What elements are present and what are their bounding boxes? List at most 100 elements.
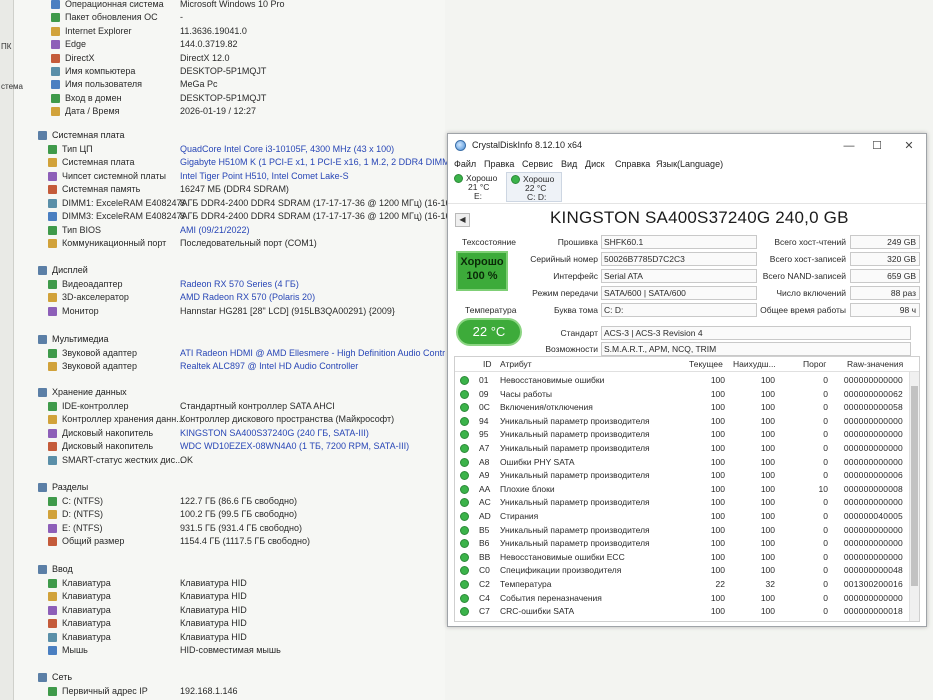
property-icon: [48, 686, 57, 696]
menu-edit[interactable]: Правка: [484, 159, 514, 169]
menu-view[interactable]: Вид: [561, 159, 577, 169]
crystaldiskinfo-window[interactable]: CrystalDiskInfo 8.12.10 x64 — ☐ ✕ Файл П…: [447, 133, 927, 627]
col-current[interactable]: Текущее: [689, 359, 723, 369]
tree-category[interactable]: Мультимедиа: [0, 333, 440, 346]
property-value[interactable]: Realtek ALC897 @ Intel HD Audio Controll…: [180, 360, 358, 373]
tree-row[interactable]: Операционная система Microsoft Windows 10…: [0, 0, 440, 11]
tree-row[interactable]: Звуковой адаптер ATI Radeon HDMI @ AMD El…: [0, 347, 445, 360]
table-row[interactable]: A7 Уникальный параметр производителя 100 10…: [455, 442, 919, 456]
tree-row[interactable]: C: (NTFS) 122.7 ГБ (86.6 ГБ свободно): [0, 495, 440, 508]
close-button[interactable]: ✕: [894, 137, 924, 155]
vertical-scrollbar[interactable]: [909, 372, 919, 621]
property-value[interactable]: Gigabyte H510M K (1 PCI-E x1, 1 PCI-E x1…: [180, 156, 452, 169]
table-row[interactable]: C7 CRC-ошибки SATA 100 100 0 000000000018: [455, 605, 919, 619]
table-row[interactable]: A9 Уникальный параметр производителя 100 10…: [455, 469, 919, 483]
col-attribute[interactable]: Атрибут: [500, 359, 532, 369]
menu-service[interactable]: Сервис: [522, 159, 553, 169]
tree-row[interactable]: Тип BIOS AMI (09/21/2022): [0, 224, 440, 237]
tree-row[interactable]: Чипсет системной платы Intel Tiger Point …: [0, 170, 440, 183]
table-row[interactable]: 95 Уникальный параметр производителя 100 10…: [455, 428, 919, 442]
property-value[interactable]: Radeon RX 570 Series (4 ГБ): [180, 278, 299, 291]
property-value[interactable]: QuadCore Intel Core i3-10105F, 4300 MHz …: [180, 143, 394, 156]
minimize-button[interactable]: —: [834, 137, 864, 155]
tree-row[interactable]: Общий размер 1154.4 ГБ (1117.5 ГБ свободн…: [0, 535, 440, 548]
menu-disk[interactable]: Диск: [585, 159, 605, 169]
table-row[interactable]: BB Невосстановимые ошибки ECC 100 100 0 00000…: [455, 551, 919, 565]
tree-row[interactable]: Имя пользователя MeGa Pc: [0, 78, 440, 91]
tree-row[interactable]: Клавиатура Клавиатура HID: [0, 617, 440, 630]
tree-category[interactable]: Хранение данных: [0, 386, 440, 399]
table-row[interactable]: 0C Включения/отключения 100 100 0 00000000005…: [455, 401, 919, 415]
property-value[interactable]: AMD Radeon RX 570 (Polaris 20): [180, 291, 315, 304]
property-value[interactable]: Intel Tiger Point H510, Intel Comet Lake…: [180, 170, 349, 183]
table-row[interactable]: B5 Уникальный параметр производителя 100 10…: [455, 524, 919, 538]
table-row[interactable]: C2 Температура 22 32 0 001300200016: [455, 578, 919, 592]
tree-row[interactable]: Дата / Время 2026-01-19 / 12:27: [0, 105, 440, 118]
tree-row[interactable]: Звуковой адаптер Realtek ALC897 @ Intel H…: [0, 360, 440, 373]
tree-row[interactable]: Монитор Hannstar HG281 [28" LCD] (915LB3Q…: [0, 305, 440, 318]
table-row[interactable]: AA Плохие блоки 100 100 10 000000000008: [455, 483, 919, 497]
tree-row[interactable]: Клавиатура Клавиатура HID: [0, 590, 440, 603]
property-value[interactable]: ATI Radeon HDMI @ AMD Ellesmere - High D…: [180, 347, 445, 360]
title-bar[interactable]: CrystalDiskInfo 8.12.10 x64 — ☐ ✕: [448, 134, 926, 158]
table-row[interactable]: AC Уникальный параметр производителя 100 10…: [455, 496, 919, 510]
tree-row[interactable]: 3D-акселератор AMD Radeon RX 570 (Polaris…: [0, 291, 440, 304]
tree-row[interactable]: IDE-контроллер Стандартный контроллер SAT…: [0, 400, 440, 413]
menu-help[interactable]: Справка: [615, 159, 650, 169]
tree-row[interactable]: SMART-статус жестких дис... OK: [0, 454, 440, 467]
table-row[interactable]: A8 Ошибки PHY SATA 100 100 0 000000000000: [455, 456, 919, 470]
col-raw[interactable]: Raw-значения: [847, 359, 903, 369]
tree-row[interactable]: E: (NTFS) 931.5 ГБ (931.4 ГБ свободно): [0, 522, 440, 535]
maximize-button[interactable]: ☐: [862, 137, 892, 155]
tree-row[interactable]: DIMM1: ExceleRAM E408247A 8 ГБ DDR4-2400 …: [0, 197, 454, 210]
tree-row[interactable]: Клавиатура Клавиатура HID: [0, 577, 440, 590]
tree-category[interactable]: Системная плата: [0, 129, 440, 142]
col-worst[interactable]: Наихудш...: [733, 359, 776, 369]
property-value[interactable]: KINGSTON SA400S37240G (240 ГБ, SATA-III): [180, 427, 369, 440]
disk-tab-cd[interactable]: Хорошо 22 °C C: D:: [506, 172, 562, 202]
tree-row[interactable]: Клавиатура Клавиатура HID: [0, 631, 440, 644]
scrollbar-thumb[interactable]: [911, 386, 918, 586]
smart-table[interactable]: ID Атрибут Текущее Наихудш... Порог Raw-…: [454, 356, 920, 622]
tree-row[interactable]: Контроллер хранения данн... Контроллер ди…: [0, 413, 440, 426]
table-row[interactable]: 94 Уникальный параметр производителя 100 10…: [455, 415, 919, 429]
col-id[interactable]: ID: [483, 359, 492, 369]
tree-row[interactable]: Имя компьютера DESKTOP-5P1MQJT: [0, 65, 440, 78]
tree-row[interactable]: Клавиатура Клавиатура HID: [0, 604, 440, 617]
tree-row[interactable]: DirectX DirectX 12.0: [0, 52, 440, 65]
previous-disk-button[interactable]: ◀: [455, 213, 470, 227]
tree-row[interactable]: Тип ЦП QuadCore Intel Core i3-10105F, 430…: [0, 143, 440, 156]
tree-row[interactable]: Системная память 16247 МБ (DDR4 SDRAM): [0, 183, 440, 196]
tree-row[interactable]: Дисковый накопитель KINGSTON SA400S37240G…: [0, 427, 440, 440]
disk-tab-e[interactable]: Хорошо 21 °C E:: [450, 172, 506, 202]
tree-row[interactable]: Edge 144.0.3719.82: [0, 38, 440, 51]
tree-row[interactable]: Internet Explorer 11.3636.19041.0: [0, 25, 440, 38]
property-icon: [48, 198, 57, 208]
tree-category[interactable]: Дисплей: [0, 264, 440, 277]
tree-row[interactable]: Дисковый накопитель WDC WD10EZEX-08WN4A0 …: [0, 440, 440, 453]
tree-category[interactable]: Ввод: [0, 563, 440, 576]
table-row[interactable]: C0 Спецификации производителя 100 100 0 00000…: [455, 564, 919, 578]
tree-row[interactable]: Первичный адрес IP 192.168.1.146: [0, 685, 440, 698]
col-threshold[interactable]: Порог: [803, 359, 826, 369]
table-row[interactable]: C4 События переназначения 100 100 0 000000000…: [455, 592, 919, 606]
table-row[interactable]: 01 Невосстановимые ошибки 100 100 0 000000000…: [455, 374, 919, 388]
tree-row[interactable]: Видеоадаптер Radeon RX 570 Series (4 ГБ): [0, 278, 440, 291]
tree-row[interactable]: Мышь HID-совместимая мышь: [0, 644, 440, 657]
menu-language[interactable]: Язык(Language): [656, 159, 723, 169]
tree-row[interactable]: Пакет обновления ОС -: [0, 11, 440, 24]
table-row[interactable]: AD Стирания 100 100 0 000000040005: [455, 510, 919, 524]
tree-row[interactable]: DIMM3: ExceleRAM E408247A 8 ГБ DDR4-2400 …: [0, 210, 454, 223]
tree-row[interactable]: D: (NTFS) 100.2 ГБ (99.5 ГБ свободно): [0, 508, 440, 521]
tree-category[interactable]: Сеть: [0, 671, 440, 684]
table-row[interactable]: B6 Уникальный параметр производителя 100 10…: [455, 537, 919, 551]
table-row[interactable]: 09 Часы работы 100 100 0 000000000062: [455, 388, 919, 402]
property-icon: [51, 40, 60, 50]
menu-file[interactable]: Файл: [454, 159, 476, 169]
tree-row[interactable]: Системная плата Gigabyte H510M K (1 PCI-E…: [0, 156, 452, 169]
property-value[interactable]: AMI (09/21/2022): [180, 224, 250, 237]
tree-row[interactable]: Коммуникационный порт Последовательный по…: [0, 237, 440, 250]
tree-row[interactable]: Вход в домен DESKTOP-5P1MQJT: [0, 92, 440, 105]
tree-category[interactable]: Разделы: [0, 481, 440, 494]
property-value[interactable]: WDC WD10EZEX-08WN4A0 (1 ТБ, 7200 RPM, SA…: [180, 440, 409, 453]
